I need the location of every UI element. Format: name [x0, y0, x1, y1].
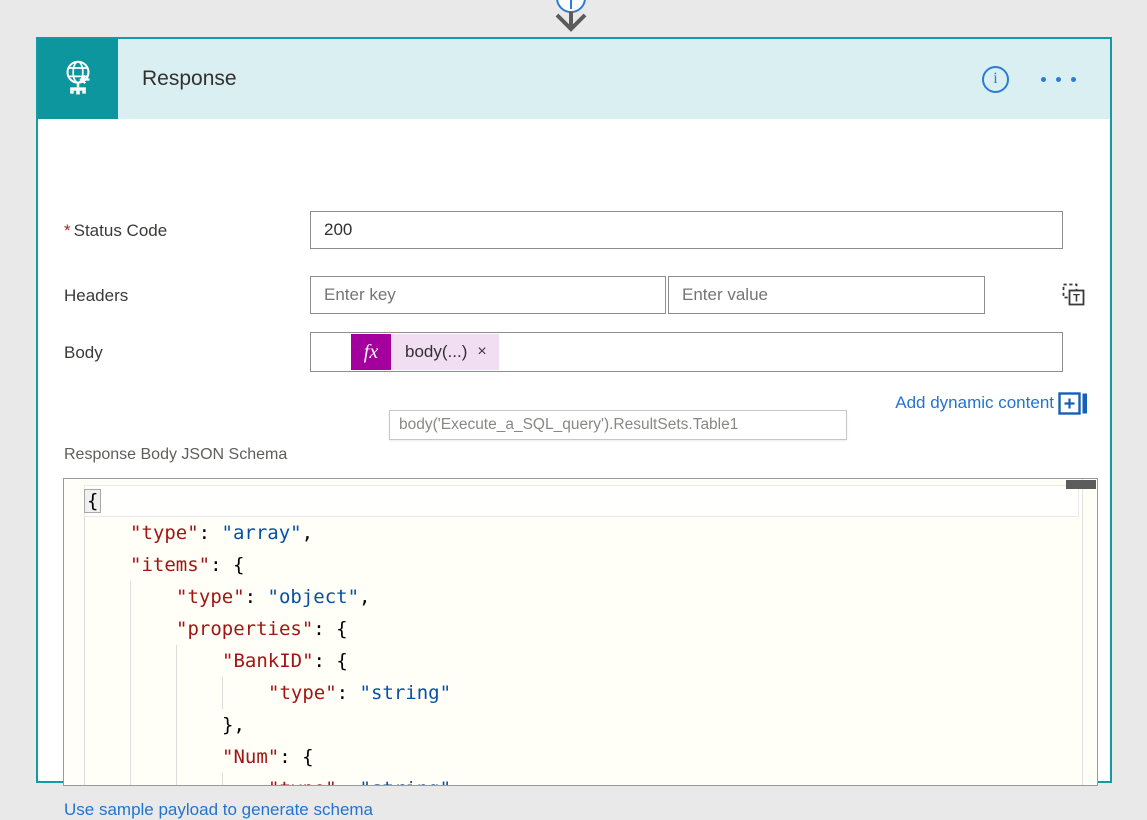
status-code-input[interactable] [310, 211, 1063, 249]
fx-icon: fx [351, 334, 391, 370]
code-line: "type": "string" [84, 773, 1097, 786]
info-icon[interactable]: i [982, 66, 1009, 93]
code-line: "Num": { [84, 741, 1097, 773]
card-header[interactable]: Response i [38, 39, 1110, 119]
expression-tooltip: body('Execute_a_SQL_query').ResultSets.T… [389, 410, 847, 440]
flow-arrow-down-icon [546, 0, 596, 38]
add-dynamic-content-link[interactable]: Add dynamic content [895, 393, 1054, 413]
headers-value-input[interactable] [668, 276, 985, 314]
schema-label: Response Body JSON Schema [64, 446, 287, 464]
card-body: *Status Code Headers T Body fx body(...)… [38, 119, 1110, 781]
remove-chip-icon[interactable]: × [473, 343, 498, 361]
flow-connector [546, 0, 596, 38]
code-line: "properties": { [84, 613, 1097, 645]
svg-text:T: T [1073, 293, 1080, 305]
expression-chip[interactable]: fx body(...) × [351, 334, 499, 370]
status-code-label: *Status Code [64, 221, 167, 241]
code-line: { [84, 485, 1079, 517]
use-sample-payload-link[interactable]: Use sample payload to generate schema [64, 800, 373, 820]
headers-label: Headers [64, 286, 128, 306]
response-action-card: Response i *Status Code Headers T Body f… [36, 37, 1112, 783]
code-line: "type": "array", [84, 517, 1097, 549]
code-line: "type": "string" [84, 677, 1097, 709]
scrollbar-track [1082, 479, 1083, 785]
code-line: "BankID": { [84, 645, 1097, 677]
schema-editor-code: {"type": "array","items": {"type": "obje… [64, 479, 1097, 786]
ellipsis-menu-icon[interactable] [1041, 77, 1076, 82]
code-line: }, [84, 709, 1097, 741]
body-label: Body [64, 343, 103, 363]
body-input[interactable]: fx body(...) × [310, 332, 1063, 372]
required-marker: * [64, 221, 71, 240]
headers-key-input[interactable] [310, 276, 666, 314]
schema-editor[interactable]: {"type": "array","items": {"type": "obje… [63, 478, 1098, 786]
expression-chip-label: body(...) [391, 342, 473, 362]
http-response-icon [38, 39, 118, 119]
action-title: Response [142, 67, 237, 91]
scrollbar-thumb[interactable] [1066, 480, 1096, 489]
switch-to-text-mode-icon[interactable]: T [1060, 281, 1088, 309]
add-dynamic-content-icon[interactable] [1058, 392, 1088, 415]
code-line: "type": "object", [84, 581, 1097, 613]
code-line: "items": { [84, 549, 1097, 581]
